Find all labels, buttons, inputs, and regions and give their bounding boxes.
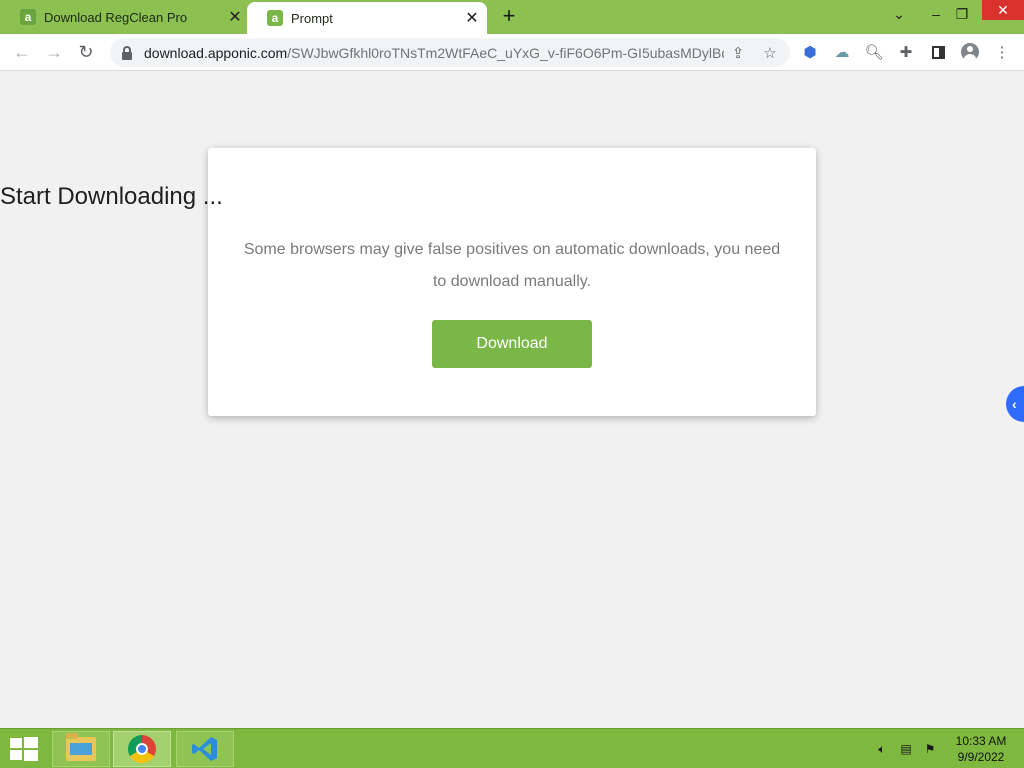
browser-menu-icon[interactable]: ⋮ bbox=[992, 42, 1012, 62]
address-bar[interactable]: download.apponic.com/SWJbwGfkhl0roTNsTm2… bbox=[110, 38, 790, 67]
tab-title: Download RegClean Pro bbox=[44, 9, 188, 25]
page-title: Start Downloading ... bbox=[0, 183, 223, 210]
url-path: /SWJbwGfkhl0roTNsTm2WtFAeC_uYxG_v-fiF6O6… bbox=[287, 44, 724, 61]
action-center-flag-icon[interactable]: ⚑ bbox=[922, 741, 938, 757]
vscode-icon[interactable] bbox=[176, 731, 234, 767]
reload-icon[interactable]: ↻ bbox=[73, 39, 99, 65]
lock-icon[interactable] bbox=[120, 45, 134, 60]
cloud-extension-icon[interactable]: ☁ bbox=[832, 42, 852, 62]
close-tab-icon[interactable]: ✕ bbox=[224, 6, 246, 28]
url-text[interactable]: download.apponic.com/SWJbwGfkhl0roTNsTm2… bbox=[144, 45, 724, 61]
close-tab-icon[interactable]: ✕ bbox=[461, 7, 483, 29]
apponic-favicon-icon: a bbox=[20, 9, 36, 25]
volume-muted-icon[interactable]: 🔈︎ bbox=[874, 741, 890, 757]
system-clock[interactable]: 10:33 AM 9/9/2022 bbox=[948, 733, 1014, 765]
clock-time: 10:33 AM bbox=[955, 734, 1007, 748]
info-message: Some browsers may give false positives o… bbox=[243, 241, 781, 290]
file-explorer-icon[interactable] bbox=[52, 731, 110, 767]
new-tab-button[interactable]: + bbox=[497, 5, 521, 29]
tab-prompt[interactable]: a Prompt ✕ bbox=[247, 2, 487, 34]
extensions-puzzle-icon[interactable]: ✚ bbox=[896, 42, 916, 62]
url-host: download.apponic.com bbox=[144, 44, 288, 61]
network-icon[interactable]: ▤ bbox=[898, 741, 914, 757]
profile-avatar-icon[interactable] bbox=[960, 42, 980, 62]
clock-date: 9/9/2022 bbox=[957, 750, 1005, 764]
chevron-left-icon[interactable]: ‹ bbox=[1006, 386, 1024, 422]
cube-extension-icon[interactable]: ⬢ bbox=[800, 42, 820, 62]
tab-title: Prompt bbox=[291, 10, 333, 26]
back-arrow-icon[interactable]: ← bbox=[9, 39, 35, 65]
windows-start-icon[interactable] bbox=[10, 737, 38, 761]
share-icon[interactable]: ⇪ bbox=[727, 43, 749, 63]
apponic-favicon-icon: a bbox=[267, 10, 283, 26]
tab-download-regclean-pro[interactable]: a Download RegClean Pro ✕ bbox=[0, 0, 246, 34]
forward-arrow-icon[interactable]: → bbox=[41, 39, 67, 65]
windows-taskbar: 🔈︎ ▤ ⚑ 10:33 AM 9/9/2022 bbox=[0, 728, 1024, 768]
side-panel-icon[interactable] bbox=[928, 42, 948, 62]
chrome-icon[interactable] bbox=[113, 731, 171, 767]
restore-button[interactable]: ❐ bbox=[950, 0, 974, 28]
tab-search-chevron-icon[interactable]: ⌄ bbox=[886, 0, 912, 28]
minimize-button[interactable]: – bbox=[922, 0, 950, 28]
tab-strip: a Download RegClean Pro ✕ a Prompt ✕ + ⌄… bbox=[0, 0, 1024, 34]
zoom-icon[interactable]: 🔍︎ bbox=[864, 42, 884, 62]
close-window-button[interactable]: ✕ bbox=[982, 0, 1024, 20]
browser-toolbar: ← → ↻ download.apponic.com/SWJbwGfkhl0ro… bbox=[0, 34, 1024, 71]
bookmark-star-icon[interactable]: ☆ bbox=[759, 43, 781, 63]
download-button[interactable]: Download bbox=[432, 320, 592, 368]
